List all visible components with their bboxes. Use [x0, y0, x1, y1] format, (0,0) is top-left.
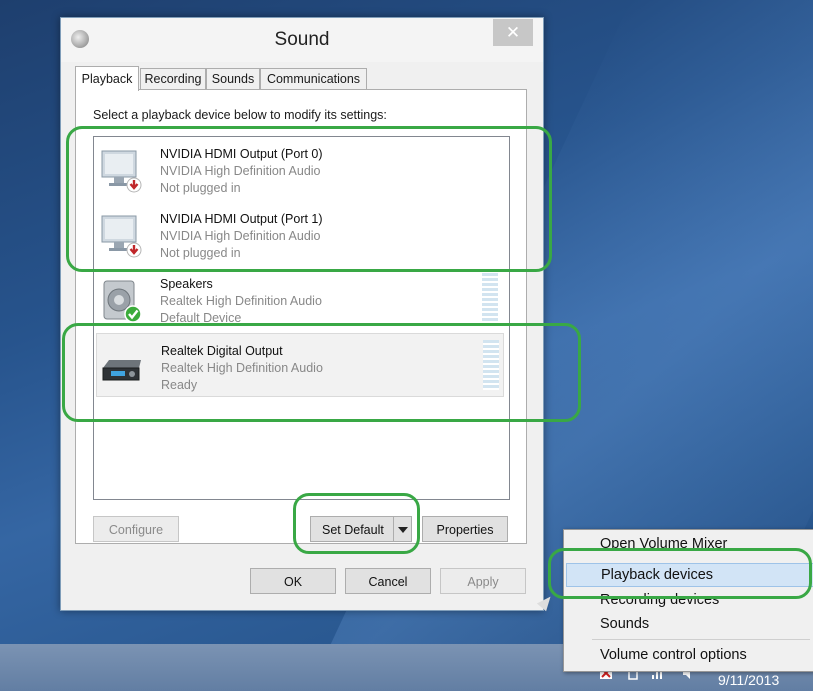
menu-item-volume-control-options[interactable]: Volume control options [600, 647, 747, 663]
device-item-realtek-digital[interactable]: Realtek Digital Output Realtek High Defi… [96, 333, 504, 397]
device-item-hdmi-port1[interactable]: NVIDIA HDMI Output (Port 1) NVIDIA High … [96, 202, 504, 264]
device-item-speakers[interactable]: Speakers Realtek High Definition Audio D… [96, 267, 504, 329]
volume-context-menu: Open Volume Mixer Playback devices Recor… [563, 529, 813, 672]
cancel-button[interactable]: Cancel [345, 568, 431, 594]
sound-dialog: Sound ✕ Playback Recording Sounds Commun… [60, 17, 544, 611]
device-status: Not plugged in [160, 246, 241, 260]
device-name: NVIDIA HDMI Output (Port 0) [160, 147, 323, 161]
monitor-icon [101, 215, 142, 258]
volume-level-meter [482, 273, 498, 323]
device-name: Realtek Digital Output [161, 344, 283, 358]
menu-item-playback-devices[interactable]: Playback devices [566, 563, 813, 587]
tab-playback[interactable]: Playback [75, 66, 139, 91]
device-driver: NVIDIA High Definition Audio [160, 164, 321, 178]
tab-recording[interactable]: Recording [140, 68, 206, 90]
properties-button[interactable]: Properties [422, 516, 508, 542]
device-driver: Realtek High Definition Audio [160, 294, 322, 308]
tab-sounds[interactable]: Sounds [206, 68, 260, 90]
instruction-text: Select a playback device below to modify… [93, 108, 387, 122]
device-item-hdmi-port0[interactable]: NVIDIA HDMI Output (Port 0) NVIDIA High … [96, 137, 504, 199]
speaker-icon [103, 280, 142, 323]
taskbar-clock[interactable]: 9/11/2013 [718, 672, 779, 688]
set-default-button[interactable]: Set Default [310, 516, 412, 542]
device-status: Default Device [160, 311, 242, 325]
menu-item-open-volume-mixer[interactable]: Open Volume Mixer [600, 536, 727, 552]
playback-panel: Select a playback device below to modify… [75, 89, 527, 544]
chevron-down-icon[interactable] [393, 517, 411, 541]
ok-button[interactable]: OK [250, 568, 336, 594]
apply-button[interactable]: Apply [440, 568, 526, 594]
device-driver: NVIDIA High Definition Audio [160, 229, 321, 243]
menu-item-sounds[interactable]: Sounds [600, 616, 649, 632]
set-default-label: Set Default [322, 523, 384, 537]
title-bar[interactable]: Sound ✕ [61, 18, 543, 62]
receiver-icon [102, 360, 141, 381]
device-status: Not plugged in [160, 181, 241, 195]
volume-level-meter [483, 340, 499, 390]
configure-button[interactable]: Configure [93, 516, 179, 542]
device-list[interactable]: NVIDIA HDMI Output (Port 0) NVIDIA High … [93, 136, 510, 500]
menu-separator [592, 639, 810, 640]
monitor-icon [101, 150, 142, 193]
window-title: Sound [274, 29, 330, 50]
default-check-icon [124, 305, 142, 323]
close-button[interactable]: ✕ [493, 19, 533, 46]
device-status: Ready [161, 378, 198, 392]
menu-item-recording-devices[interactable]: Recording devices [600, 592, 719, 608]
device-name: NVIDIA HDMI Output (Port 1) [160, 212, 323, 226]
device-driver: Realtek High Definition Audio [161, 361, 323, 375]
device-name: Speakers [160, 277, 213, 291]
tab-communications[interactable]: Communications [260, 68, 367, 90]
